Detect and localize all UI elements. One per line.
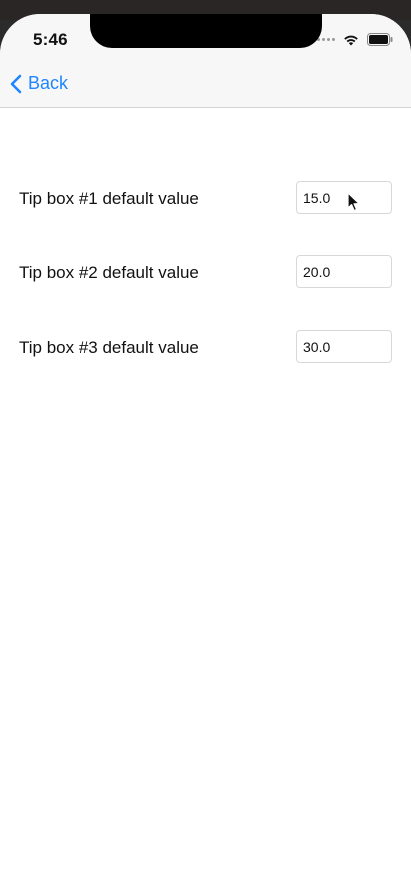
signal-dots-icon [317,38,335,41]
back-button-label: Back [28,73,69,93]
tip-1-input[interactable] [296,181,392,214]
settings-row-tip-3: Tip box #3 default value [0,330,411,370]
tip-2-label: Tip box #2 default value [19,263,199,282]
wifi-icon [343,34,359,46]
tip-3-input[interactable] [296,330,392,363]
battery-icon [367,33,393,46]
device-notch [90,14,322,48]
status-icons [317,33,393,46]
mouse-pointer-icon [347,192,361,217]
settings-row-tip-2: Tip box #2 default value [0,255,411,295]
tip-1-label: Tip box #1 default value [19,189,199,208]
chevron-left-icon [10,74,22,93]
back-button[interactable]: Back [10,73,68,94]
status-time: 5:46 [33,30,68,49]
tip-2-input[interactable] [296,255,392,288]
phone-screen: 5:46 Back Tip box #1 default value 15.0 … [0,14,411,893]
tip-3-label: Tip box #3 default value [19,338,199,357]
